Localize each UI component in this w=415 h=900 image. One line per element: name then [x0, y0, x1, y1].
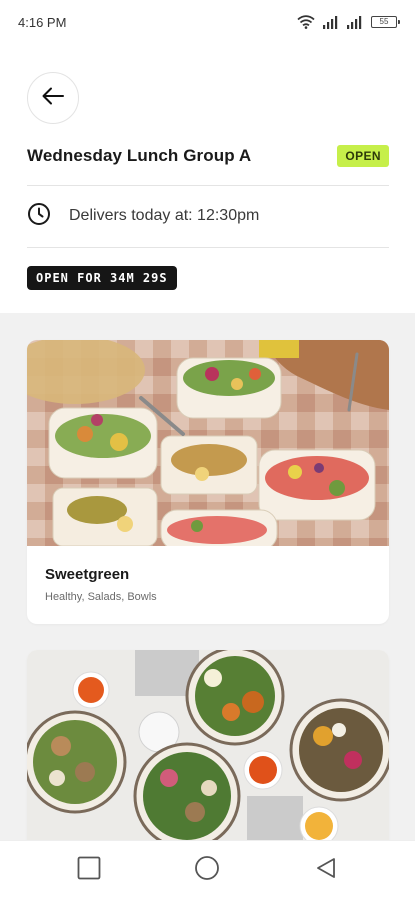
wifi-icon [297, 15, 315, 29]
status-icons: 55 [297, 15, 400, 29]
system-back-button[interactable] [306, 851, 346, 891]
title-row: Wednesday Lunch Group A OPEN [27, 142, 389, 170]
battery-icon: 55 [371, 16, 400, 28]
restaurant-image [27, 340, 389, 546]
square-icon [77, 856, 101, 885]
system-nav-bar [0, 840, 415, 900]
restaurant-card[interactable]: Sweetgreen Healthy, Salads, Bowls [27, 340, 389, 624]
signal-icon-2 [347, 15, 363, 29]
arrow-left-icon [42, 87, 64, 110]
status-time: 4:16 PM [18, 14, 67, 30]
clock-icon [27, 202, 51, 231]
delivery-row: Delivers today at: 12:30pm [27, 200, 259, 232]
back-button[interactable] [27, 72, 79, 124]
restaurant-tags: Healthy, Salads, Bowls [45, 591, 157, 603]
status-bar: 4:16 PM 55 [0, 0, 415, 44]
countdown-timer: OPEN FOR 34M 29S [27, 266, 177, 290]
restaurant-list[interactable]: Sweetgreen Healthy, Salads, Bowls [0, 313, 415, 840]
card-body: Sweetgreen Healthy, Salads, Bowls [27, 546, 389, 624]
triangle-back-icon [315, 857, 337, 884]
restaurant-image [27, 650, 389, 840]
restaurant-name: Sweetgreen [45, 566, 130, 583]
circle-icon [194, 855, 220, 886]
page-title: Wednesday Lunch Group A [27, 146, 252, 165]
restaurant-card[interactable] [27, 650, 389, 840]
divider [27, 247, 389, 248]
recent-apps-button[interactable] [69, 851, 109, 891]
divider [27, 185, 389, 186]
home-button[interactable] [187, 851, 227, 891]
delivery-time-text: Delivers today at: 12:30pm [69, 207, 260, 224]
signal-icon [323, 15, 339, 29]
status-badge: OPEN [337, 145, 389, 167]
